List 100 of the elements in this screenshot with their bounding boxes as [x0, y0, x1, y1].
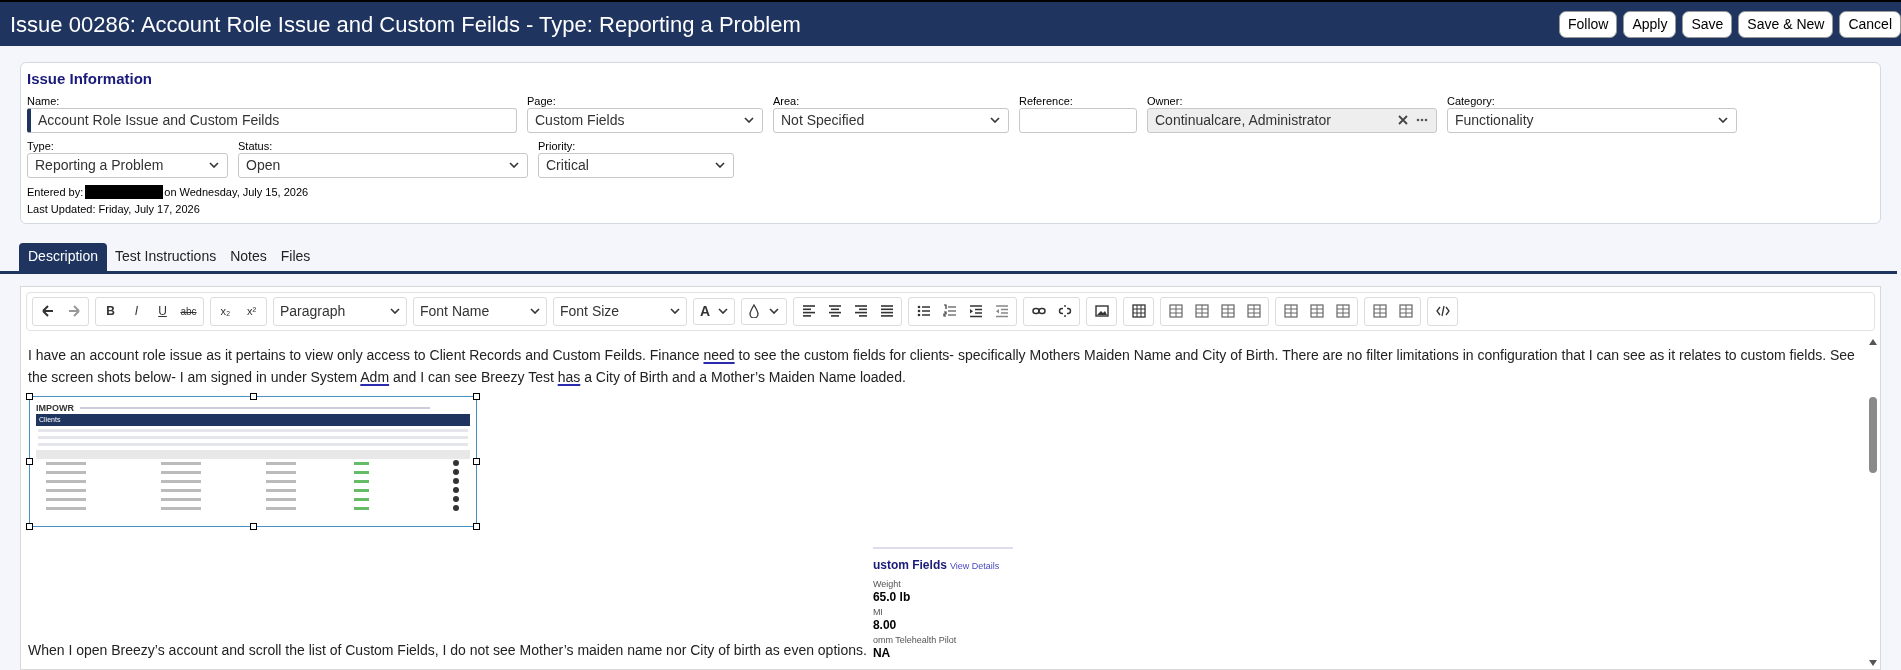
tab[interactable]: Description: [19, 242, 108, 271]
field-label: omm Telehealth Pilot: [872, 634, 958, 646]
align-left-icon: [801, 304, 816, 318]
dropdown[interactable]: Critical: [538, 152, 734, 178]
numbered-list-icon: [942, 304, 957, 318]
source-code-icon: [1435, 304, 1450, 318]
header-button[interactable]: Save: [1682, 10, 1733, 38]
description-paragraph: When I open Breezy’s account and scroll the list of Custom Fields, I do not see Mother’s maiden name nor City of birth as even options.: [28, 640, 867, 660]
date-text: on Wednesday, July 15, 2026: [164, 184, 309, 200]
justify-icon: [879, 304, 894, 318]
toolbar-dropdown[interactable]: Paragraph: [273, 296, 407, 326]
resize-handle[interactable]: [26, 458, 33, 465]
field-label: Status:: [238, 138, 274, 153]
tab[interactable]: Test Instructions: [109, 242, 223, 271]
chevron-down-icon: [530, 308, 540, 314]
strikethrough-button[interactable]: abc: [176, 298, 201, 324]
table-edit-icon: [1372, 304, 1387, 318]
field-label: Area:: [773, 93, 801, 108]
superscript-button[interactable]: x²: [239, 298, 264, 324]
dropdown[interactable]: Not Specified: [773, 107, 1009, 133]
chevron-down-icon: [718, 308, 729, 314]
more-icon[interactable]: [1416, 118, 1428, 122]
scroll-down-icon[interactable]: [1869, 660, 1877, 666]
close-icon[interactable]: [1398, 115, 1408, 125]
scrollbar-thumb[interactable]: [1869, 396, 1877, 473]
chevron-down-icon: [209, 162, 219, 168]
redo-icon: [66, 304, 81, 318]
chevron-down-icon: [990, 117, 1000, 123]
outdent-icon: [994, 304, 1009, 318]
resize-handle[interactable]: [250, 392, 257, 400]
tab[interactable]: Files: [274, 242, 317, 271]
card-title: ustom Fields: [872, 556, 947, 573]
header-button[interactable]: Save & New: [1738, 10, 1834, 38]
page-title: Issue 00286: Account Role Issue and Custom Feilds - Type: Reporting a Problem: [10, 10, 801, 39]
field-label: Weight: [872, 578, 902, 590]
underline-button[interactable]: U: [150, 298, 175, 324]
table-edit-icon: [1220, 304, 1235, 318]
input-field[interactable]: [1019, 107, 1137, 133]
resize-handle[interactable]: [26, 522, 33, 530]
input-field[interactable]: Account Role Issue and Custom Feilds: [27, 107, 517, 133]
resize-handle[interactable]: [473, 392, 480, 400]
header-button[interactable]: Cancel: [1839, 10, 1901, 38]
field-label: Type:: [27, 138, 55, 153]
indent-icon: [968, 304, 983, 318]
field-value: 8.00: [872, 617, 898, 633]
field-label: Page:: [527, 93, 557, 108]
toolbar-dropdown[interactable]: Font Name: [413, 296, 547, 326]
field-value: 65.0 lb: [872, 589, 912, 605]
logo: IMPOWR: [36, 402, 74, 413]
scroll-up-icon[interactable]: [1869, 338, 1877, 345]
description-paragraph: I have an account role issue as it pertains to view only access to Client Records and Custom Feilds. Finance need to see the custom fields for clients- specifically Mothers Maiden Name and City of Birth. There are no filter limitations in configuration that I can see as it relates to custom fields. See the screen shots below- I am signed in under System Adm and I can see Breezy Test has a City of Birth and a Mother’s Maiden Name loaded.: [28, 345, 1856, 387]
chevron-down-icon: [715, 162, 725, 168]
chevron-down-icon: [509, 162, 519, 168]
toolbar-dropdown[interactable]: Font Size: [553, 296, 687, 326]
resize-handle[interactable]: [473, 522, 480, 530]
chevron-down-icon: [670, 308, 680, 314]
bold-button[interactable]: B: [98, 298, 123, 324]
dropdown[interactable]: Reporting a Problem: [27, 152, 228, 178]
undo-icon: [40, 304, 55, 318]
lookup-field[interactable]: Continualcare, Administrator: [1147, 107, 1437, 133]
view-details-link[interactable]: View Details: [949, 554, 1000, 577]
tab[interactable]: Notes: [224, 242, 273, 271]
image-icon: [1094, 304, 1109, 318]
subscript-button[interactable]: x₂: [213, 298, 238, 324]
field-label: MI: [872, 606, 884, 618]
table-edit-icon: [1246, 304, 1261, 318]
date-text: Last Updated: Friday, July 17, 2026: [27, 201, 201, 217]
resize-handle[interactable]: [26, 392, 33, 400]
resize-handle[interactable]: [250, 522, 257, 530]
field-label: Owner:: [1147, 93, 1184, 108]
table-edit-icon: [1398, 304, 1413, 318]
field-label: Priority:: [538, 138, 577, 153]
field-label: Entered by:: [27, 184, 84, 200]
chevron-down-icon: [769, 308, 780, 314]
table-edit-icon: [1309, 304, 1324, 318]
chevron-down-icon: [390, 308, 400, 314]
table-edit-icon: [1168, 304, 1183, 318]
fill-color-dropdown[interactable]: [741, 297, 788, 325]
table-edit-icon: [1283, 304, 1298, 318]
bullet-list-icon: [916, 304, 931, 318]
chevron-down-icon: [744, 117, 754, 123]
drop-icon: [749, 304, 760, 318]
chevron-down-icon: [1718, 117, 1728, 123]
align-right-icon: [853, 304, 868, 318]
section-heading: Issue Information: [27, 69, 154, 89]
text-color-dropdown[interactable]: A: [693, 297, 736, 325]
table-edit-icon: [1194, 304, 1209, 318]
resize-handle[interactable]: [473, 458, 480, 465]
header-button[interactable]: Follow: [1558, 10, 1618, 38]
dropdown[interactable]: Custom Fields: [527, 107, 763, 133]
field-label: Reference:: [1019, 93, 1074, 108]
unlink-icon: [1057, 304, 1072, 318]
field-label: Name:: [27, 93, 61, 108]
italic-button[interactable]: I: [124, 298, 149, 324]
dropdown[interactable]: Functionality: [1447, 107, 1737, 133]
dropdown[interactable]: Open: [238, 152, 528, 178]
field-value: NA: [872, 645, 892, 661]
field-label: Category:: [1447, 93, 1496, 108]
table-icon: [1131, 304, 1146, 318]
header-button[interactable]: Apply: [1623, 10, 1677, 38]
